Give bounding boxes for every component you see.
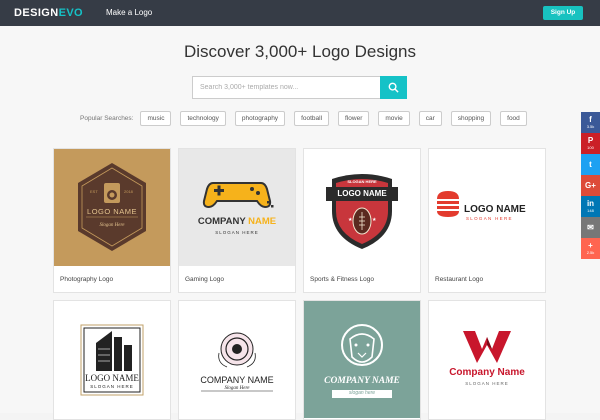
logo-name-text: COMPANY NAME [324,376,400,386]
wreath-logo [201,332,273,392]
logo-thumbnail: COMPANY NAME slogan here [304,301,420,418]
facebook-icon: f [589,115,592,124]
tag-food[interactable]: food [500,110,527,126]
w-letter-logo [463,331,511,363]
tag-technology[interactable]: technology [180,110,226,126]
share-count: 148 [587,208,594,213]
search-bar [192,76,407,99]
tag-photography[interactable]: photography [234,110,286,126]
logo-card-building[interactable]: LOGO NAME SLOGAN HERE [53,300,171,420]
twitter-share-button[interactable]: t [581,154,600,175]
logo-card-sports[interactable]: ★ ★ SLOGAN HERE LOGO NAME Sports & Fitne… [303,148,421,293]
logo-name-text: LOGO NAME [85,373,139,383]
twitter-icon: t [589,159,592,169]
logo-thumbnail: LOGO NAME SLOGAN HERE [54,301,170,418]
tag-flower[interactable]: flower [338,110,370,126]
share-count: 3.5k [586,124,595,129]
share-count: 2.5k [586,250,595,255]
pinterest-share-button[interactable]: P 100 [581,133,600,154]
svg-text:★: ★ [348,217,353,223]
card-caption: Photography Logo [60,276,114,283]
more-share-button[interactable]: +2.5k [581,238,600,259]
building-logo [80,324,144,396]
tag-music[interactable]: music [140,110,172,126]
logo-slogan-text: SLOGAN HERE [466,216,513,221]
logo-name-text: LOGO NAME [87,207,137,216]
main-content: Discover 3,000+ Logo Designs Popular Sea… [0,26,600,420]
facebook-share-button[interactable]: f 3.5k [581,112,600,133]
logo-thumbnail: COMPANY NAME Slogan Here [179,301,295,418]
search-input[interactable] [192,76,380,99]
tag-movie[interactable]: movie [378,110,410,126]
logo-name-text: COMPANY NAME [197,216,277,227]
tag-football[interactable]: football [294,110,330,126]
logo-thumbnail: COMPANY NAME SLOGAN HERE [179,149,295,266]
lion-logo [332,324,392,398]
logo-card-photography[interactable]: EST 2018 LOGO NAME Slogan Here Photograp… [53,148,171,293]
logo-slogan-text: SLOGAN HERE [90,384,134,389]
logo-thumbnail: Company Name SLOGAN HERE [429,301,545,418]
badge-est: EST [90,189,98,194]
logo-card-wreath[interactable]: COMPANY NAME Slogan Here [178,300,296,420]
logo-slogan-text: SLOGAN HERE [465,381,509,386]
share-count: 100 [587,145,594,150]
top-nav-bar: DESIGNEVO Make a Logo Sign Up [0,0,600,26]
logo-slogan-text: SLOGAN HERE [347,179,377,184]
social-share-bar: f 3.5k P 100 t G+ in 148 ✉ +2.5k [581,112,600,259]
tag-shopping[interactable]: shopping [450,110,492,126]
pinterest-icon: P [587,136,594,145]
logo-card-gaming[interactable]: COMPANY NAME SLOGAN HERE Gaming Logo [178,148,296,293]
logo-thumbnail: EST 2018 LOGO NAME Slogan Here [54,149,170,266]
brand-logo[interactable]: DESIGNEVO [14,7,83,19]
search-button[interactable] [380,76,407,99]
plus-icon: + [588,241,593,250]
svg-text:★: ★ [372,217,377,223]
page-title: Discover 3,000+ Logo Designs [184,42,416,61]
logo-thumbnail: ★ ★ SLOGAN HERE LOGO NAME [304,149,420,266]
logo-card-w-letter[interactable]: Company Name SLOGAN HERE [428,300,546,420]
logo-name-text: LOGO NAME [464,204,526,215]
logo-slogan-text: Slogan Here [99,223,125,228]
logo-slogan-text: Slogan Here [224,386,250,391]
nav-make-logo-link[interactable]: Make a Logo [106,8,152,17]
card-caption: Gaming Logo [185,276,225,283]
search-icon [388,82,399,93]
popular-searches: Popular Searches: music technology photo… [80,110,536,126]
email-icon: ✉ [587,222,594,232]
badge-year: 2018 [124,189,133,194]
popular-searches-label: Popular Searches: [80,114,134,122]
tag-car[interactable]: car [418,110,442,126]
card-caption: Sports & Fitness Logo [310,276,374,283]
logo-name-text: COMPANY NAME [200,375,274,385]
google-plus-icon: G+ [585,180,596,190]
logo-slogan-text: SLOGAN HERE [215,230,259,235]
logo-card-restaurant[interactable]: LOGO NAME SLOGAN HERE Restaurant Logo [428,148,546,293]
logo-name-text: LOGO NAME [337,189,387,198]
logo-name-text: Company Name [449,367,525,378]
logo-card-lion[interactable]: COMPANY NAME slogan here [303,300,421,420]
logo-thumbnail: LOGO NAME SLOGAN HERE [429,149,545,266]
gamepad-logo [202,182,274,209]
linkedin-icon: in [586,199,595,208]
email-share-button[interactable]: ✉ [581,217,600,238]
google-plus-share-button[interactable]: G+ [581,175,600,196]
signup-button[interactable]: Sign Up [543,6,583,20]
linkedin-share-button[interactable]: in 148 [581,196,600,217]
football-shield-logo: ★ ★ [326,174,398,249]
card-caption: Restaurant Logo [435,276,484,283]
logo-slogan-text: slogan here [348,390,376,396]
